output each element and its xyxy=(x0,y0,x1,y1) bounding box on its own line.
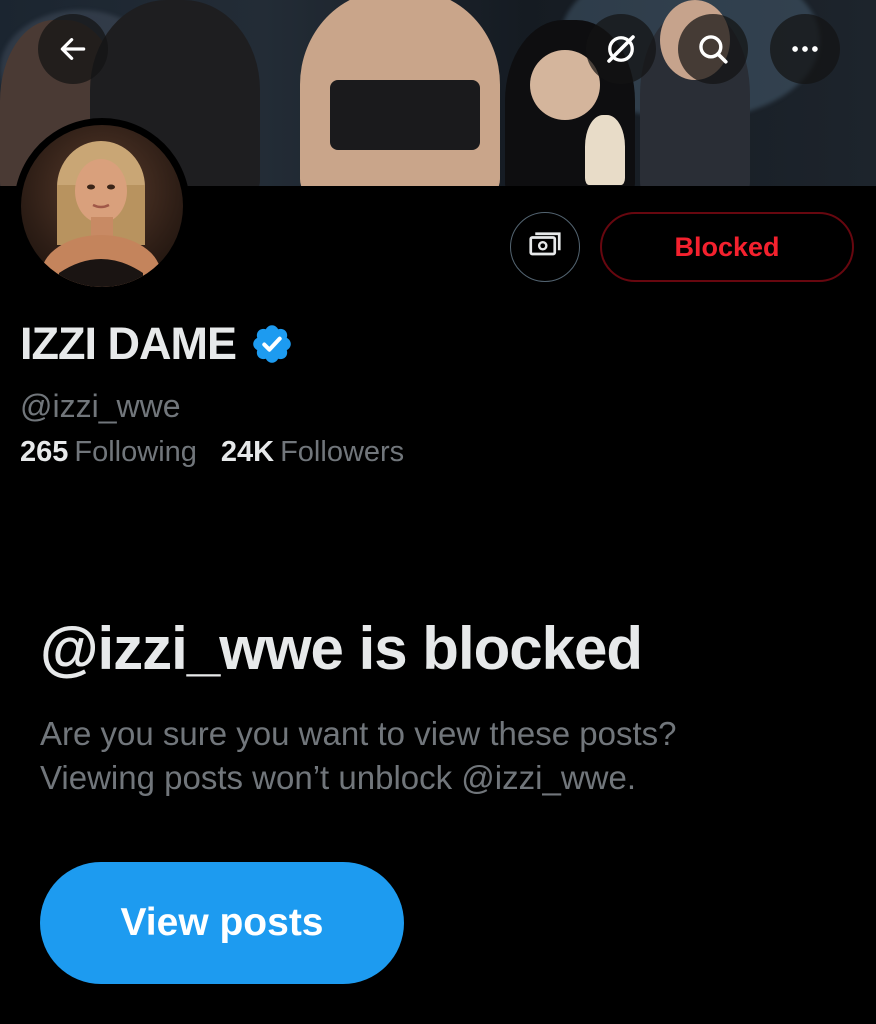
followers-label: Followers xyxy=(280,436,405,468)
arrow-left-icon xyxy=(57,33,89,65)
back-button[interactable] xyxy=(38,14,108,84)
banner-figure xyxy=(330,80,480,150)
search-button[interactable] xyxy=(678,14,748,84)
following-count: 265 xyxy=(20,436,69,468)
grok-slash-icon xyxy=(603,31,639,67)
profile-stats: 265 Following 24K Followers xyxy=(20,436,404,469)
view-posts-button[interactable]: View posts xyxy=(40,862,404,984)
tip-button[interactable] xyxy=(510,212,580,282)
display-name: IZZI DAME xyxy=(20,318,237,369)
profile-handle: @izzi_wwe xyxy=(20,388,181,424)
avatar-portrait xyxy=(41,141,161,287)
following-label: Following xyxy=(74,436,197,468)
followers-link[interactable]: 24K Followers xyxy=(221,436,404,469)
blocked-button[interactable]: Blocked xyxy=(600,212,854,282)
blocked-notice-line-2: Viewing posts won’t unblock @izzi_wwe. xyxy=(40,759,636,796)
blocked-notice-title: @izzi_wwe is blocked xyxy=(40,615,643,682)
avatar[interactable] xyxy=(14,118,190,294)
profile-name-row: IZZI DAME xyxy=(20,318,294,370)
blocked-notice-description: Are you sure you want to view these post… xyxy=(40,712,840,800)
banner-figure xyxy=(585,115,625,185)
search-icon xyxy=(696,32,730,66)
money-tip-icon xyxy=(527,227,563,268)
grok-button[interactable] xyxy=(586,14,656,84)
verified-badge-icon[interactable] xyxy=(250,322,294,366)
view-posts-label: View posts xyxy=(120,901,324,944)
more-horizontal-icon xyxy=(788,32,822,66)
blocked-notice-line-1: Are you sure you want to view these post… xyxy=(40,715,677,752)
more-button[interactable] xyxy=(770,14,840,84)
followers-count: 24K xyxy=(220,436,275,468)
blocked-button-label: Blocked xyxy=(674,231,780,262)
following-link[interactable]: 265 Following xyxy=(20,436,197,469)
avatar-photo xyxy=(21,125,183,287)
